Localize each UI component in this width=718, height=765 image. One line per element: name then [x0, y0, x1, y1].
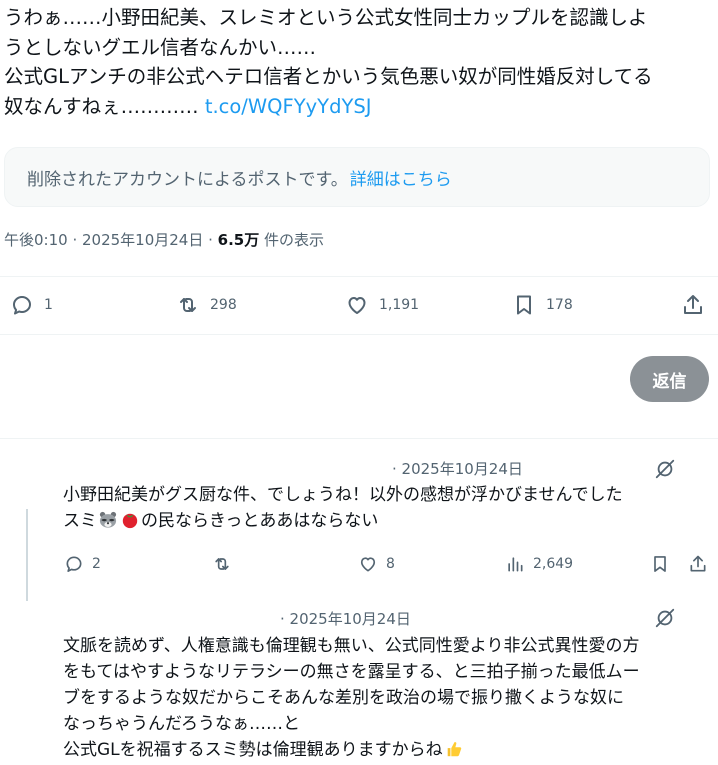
share-icon	[684, 295, 702, 314]
reply-text: 小野田紀美がグス厨な件、でしょうね！以外の感想が浮かびませんでした スミ の民なら…	[63, 482, 713, 534]
bookmark-count: 178	[546, 297, 573, 313]
share-action[interactable]	[681, 280, 705, 330]
reply-views-action[interactable]: 2,649	[505, 552, 573, 576]
repost-count: 298	[210, 297, 237, 313]
grok-icon[interactable]	[654, 607, 676, 629]
views-label: 件の表示	[259, 231, 325, 249]
deleted-quote-notice: 削除されたアカウントによるポストです。 詳細はこちら	[4, 147, 710, 207]
reply-share-action[interactable]	[688, 552, 708, 576]
like-count: 1,191	[379, 297, 420, 313]
repost-action[interactable]: 298	[176, 280, 237, 330]
share-icon	[690, 555, 706, 572]
views-count: 6.5万	[217, 231, 260, 249]
reply-count: 2	[92, 556, 101, 572]
reply-repost-action[interactable]	[212, 552, 232, 576]
divider	[0, 438, 718, 439]
reply-text: 文脈を読めず、人権意識も倫理観も無い、公式同性愛より非公式異性愛の方 をもてはや…	[63, 633, 717, 763]
reply-line: 文脈を読めず、人権意識も倫理観も無い、公式同性愛より非公式異性愛の方	[63, 636, 640, 656]
reply-line-start: 公式GLを祝福するスミ勢は倫理観ありますからね	[63, 740, 443, 760]
reply-line: ブをするような奴だからこそあんな差別を政治の場で振り撒くような奴に	[63, 688, 624, 708]
reply-count: 1	[44, 297, 53, 313]
reply-bookmark-action[interactable]	[650, 552, 670, 576]
thread-line	[26, 509, 28, 601]
like-icon	[348, 297, 366, 314]
reply-button[interactable]: 返信	[630, 356, 709, 402]
bookmark-icon	[654, 556, 666, 572]
reply-icon	[13, 296, 31, 315]
views-count: 2,649	[533, 556, 574, 572]
reply-line: なっちゃうんだろうなぁ……と	[63, 714, 300, 734]
reply-icon	[66, 556, 82, 572]
post-line: うわぁ……小野田紀美、スレミオという公式女性同士カップルを認識しよ	[4, 6, 648, 29]
like-count: 8	[386, 556, 395, 572]
action-bar: 1 298 1,191 178	[0, 280, 718, 330]
thumbs-up-emoji	[447, 742, 461, 757]
tomato-emoji	[122, 513, 138, 529]
raccoon-emoji	[99, 511, 117, 528]
reply-line: スミ の民ならきっとああはならない	[63, 508, 713, 534]
reply-line-end: の民ならきっとああはならない	[141, 511, 379, 531]
views-icon	[508, 557, 523, 572]
post-line: 奴なんすねぇ………… t.co/WQFYyYdYSJ	[4, 92, 716, 122]
repost-icon	[180, 298, 196, 312]
repost-icon	[215, 558, 229, 570]
reply-date[interactable]: · 2025年10月24日	[280, 608, 411, 629]
deleted-more-link[interactable]: 詳細はこちら	[350, 165, 452, 190]
reply-action[interactable]: 1	[10, 280, 53, 330]
reply-reply-action[interactable]: 2	[64, 552, 101, 576]
like-icon	[360, 557, 376, 572]
reply-line: 公式GLを祝福するスミ勢は倫理観ありますからね	[63, 737, 717, 763]
grok-icon[interactable]	[654, 458, 676, 480]
post-time[interactable]: 午後0:10 · 2025年10月24日 ·	[4, 231, 218, 249]
deleted-notice-text: 削除されたアカウントによるポストです。	[27, 169, 348, 190]
reply-line-start: スミ	[63, 511, 97, 531]
reply-date[interactable]: · 2025年10月24日	[392, 458, 523, 479]
post-meta: 午後0:10 · 2025年10月24日 · 6.5万 件の表示	[4, 229, 324, 250]
divider	[0, 334, 718, 335]
post-line: うとしないグエル信者なんかい……	[4, 35, 317, 59]
post-link[interactable]: t.co/WQFYyYdYSJ	[205, 95, 372, 118]
reply-like-action[interactable]: 8	[358, 552, 395, 576]
bookmark-icon	[517, 295, 531, 315]
post-line-end: 奴なんすねぇ…………	[4, 94, 205, 118]
reply-line: をもてはやすようなリテラシーの無さを露呈する、と三拍子揃った最低ムー	[63, 662, 640, 682]
post-text: うわぁ……小野田紀美、スレミオという公式女性同士カップルを認識しよ うとしないグ…	[4, 3, 716, 121]
post-line: 公式GLアンチの非公式ヘテロ信者とかいう気色悪い奴が同性婚反対してる	[4, 65, 653, 88]
reply-line: 小野田紀美がグス厨な件、でしょうね！以外の感想が浮かびませんでした	[63, 485, 623, 505]
like-action[interactable]: 1,191	[345, 280, 419, 330]
divider	[0, 276, 718, 277]
bookmark-action[interactable]: 178	[512, 280, 573, 330]
